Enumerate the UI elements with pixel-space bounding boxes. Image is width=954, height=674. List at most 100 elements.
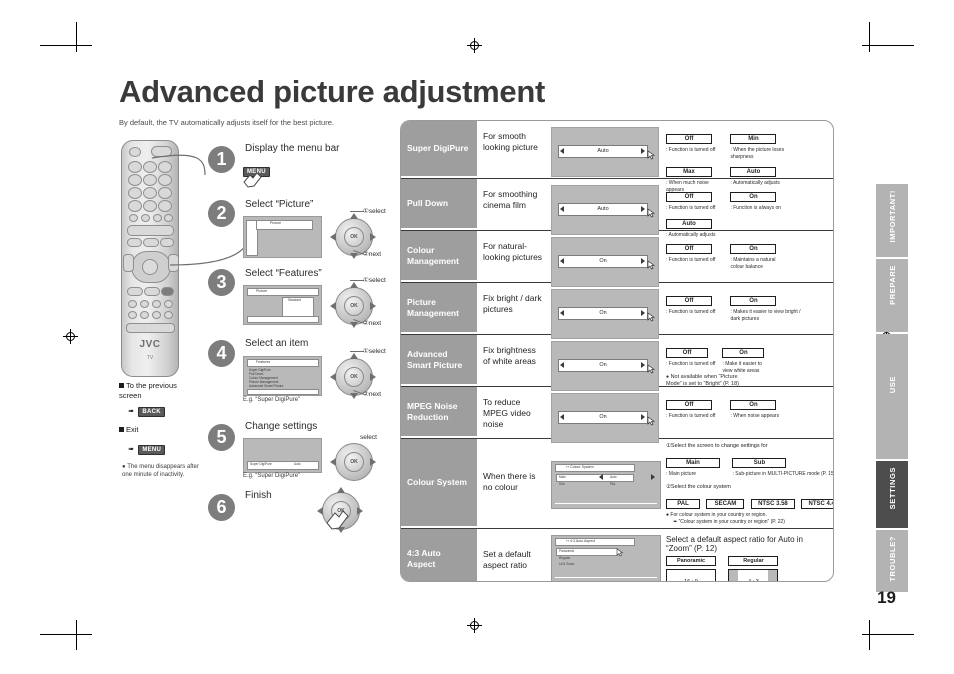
option-cell[interactable]: On: Makes it easier to view bright / dar… — [730, 289, 808, 322]
table-row: Colour Management For natural-looking pi… — [401, 231, 833, 287]
table-mock: On — [547, 387, 663, 443]
ratio-label: Regular — [728, 556, 779, 566]
option-desc: : When the picture loses sharpness — [730, 147, 785, 160]
slider-mock[interactable]: On — [551, 237, 659, 287]
table-category: MPEG Noise Reduction — [401, 387, 477, 438]
table-mock: On — [547, 231, 663, 287]
slider-mock[interactable]: Auto — [551, 127, 659, 177]
option-label: Off — [666, 400, 712, 410]
slider-mock[interactable]: On — [551, 289, 659, 339]
sidebar-tab-important[interactable]: IMPORTANT! — [876, 184, 908, 257]
slider-mock[interactable]: On — [551, 341, 659, 391]
colour-system-option-ntsc443[interactable]: NTSC 4.43 — [801, 498, 833, 509]
option-cell[interactable]: Off: Function is turned off — [666, 341, 716, 368]
crop-mark-tr-v — [869, 22, 870, 52]
option-label: Auto — [730, 167, 777, 177]
page-title: Advanced picture adjustment — [119, 74, 545, 109]
back-key-label: BACK — [138, 407, 165, 417]
table-options: Off: Function is turned off On : Make it … — [663, 335, 833, 387]
crop-mark-tl-v — [76, 22, 77, 52]
crop-mark-tr-h — [862, 45, 914, 46]
table-options: ①Select the screen to change settings fo… — [663, 439, 833, 528]
step-number-2: 2 — [208, 200, 235, 227]
option-cell[interactable]: On: Function is always on — [730, 185, 788, 212]
option-cell[interactable]: Off : Function is turned off — [666, 393, 724, 420]
sidebar-tab-prepare[interactable]: PREPARE — [876, 259, 908, 332]
option-cell[interactable]: On: When noise appears — [730, 393, 788, 420]
cursor-icon — [647, 364, 655, 374]
option-cell[interactable]: On : Make it easier to view white areas — [722, 341, 772, 374]
inactivity-note-text: The menu disappears after one minute of … — [122, 464, 199, 478]
option-cell[interactable]: Off: Function is turned off — [666, 289, 724, 316]
table-category: Super DigiPure — [401, 121, 477, 178]
hand-pointer-icon — [243, 172, 262, 188]
exit-menu-key-badge[interactable]: ➠ MENU — [128, 438, 166, 456]
option-cell[interactable]: Off: Function is turned off — [666, 237, 724, 264]
colour-system-option-pal[interactable]: PAL — [666, 498, 700, 509]
slider-mock[interactable]: Auto — [551, 185, 659, 235]
aspect-heading: Select a default aspect ratio for Auto i… — [666, 535, 803, 553]
step5-example: E.g. “Super DigiPure” — [243, 473, 301, 479]
step-label-2: Select “Picture” — [245, 199, 314, 210]
ratio-option-panoramic[interactable]: Panoramic 16 : 9 — [666, 556, 716, 581]
option-availability-note: ● Not available when “Picture Mode” is s… — [666, 374, 739, 387]
aspect-mock-title: ↦ 4:3 Auto Aspect — [566, 539, 595, 543]
cs-mock-val-sub: PAL — [610, 482, 616, 486]
colour-system-mock-title: ↦ Colour System — [566, 465, 594, 469]
sidebar-tab-use[interactable]: USE — [876, 334, 908, 459]
aspect-mock-row-0: Panoramic — [559, 549, 575, 553]
menu-mock-change-settings: Super DigiPure Auto — [243, 438, 322, 473]
sidebar-tab-settings[interactable]: SETTINGS — [876, 461, 908, 528]
option-label: On — [730, 296, 777, 306]
arrow-right-icon — [641, 414, 645, 420]
option-desc: : Function is turned off — [666, 413, 716, 419]
option-cell[interactable]: Off: Function is turned off — [666, 185, 724, 212]
option-cell[interactable]: Main: Main picture — [666, 451, 726, 478]
colour-system-step1-label: ①Select the screen to change settings fo… — [666, 443, 768, 449]
back-key-badge[interactable]: ➠ BACK — [128, 400, 165, 418]
aspect-mock-row-1: Regular — [559, 556, 571, 560]
table-row: Picture Management Fix bright / dark pic… — [401, 283, 833, 339]
crop-mark-br-h — [862, 634, 914, 635]
arrow-right-icon — [641, 258, 645, 264]
step-number-1: 1 — [208, 146, 235, 173]
arrow-left-icon — [560, 362, 564, 368]
option-cell[interactable]: On: Maintains a natural colour balance — [730, 237, 788, 270]
ok-wheel-step5[interactable]: OK — [330, 441, 376, 481]
note-exit-label: Exit — [126, 425, 139, 434]
step4-callout-next: ②next — [363, 391, 382, 398]
colour-system-option-ntsc358[interactable]: NTSC 3.58 — [750, 498, 795, 509]
colour-system-option-secam[interactable]: SECAM — [706, 498, 745, 509]
option-desc: : Make it easier to view white areas — [722, 361, 762, 374]
option-cell[interactable]: Sub: Sub-picture in MULTI-PICTURE mode (… — [732, 451, 833, 478]
mock-row-4: Advanced Smart Picture — [249, 384, 284, 388]
slider-value: On — [558, 359, 648, 372]
table-options: Off : Function is turned off On: When noi… — [663, 387, 833, 438]
table-description: For smooth looking picture — [483, 131, 538, 152]
slider-mock[interactable]: On — [551, 393, 659, 443]
ratio-option-regular[interactable]: Regular 4 : 3 — [728, 556, 779, 581]
table-category: Picture Management — [401, 283, 477, 334]
note-previous-screen: To the previous screen — [119, 381, 199, 401]
option-label: On — [730, 192, 777, 202]
note-exit: Exit — [119, 425, 139, 434]
sidebar-tab-label: IMPORTANT! — [887, 190, 897, 243]
arrow-left-icon — [560, 414, 564, 420]
table-category: 4:3 Auto Aspect — [401, 529, 477, 581]
table-row: Advanced Smart Picture Fix brightness of… — [401, 335, 833, 391]
cs-mock-row-sub: Sub — [559, 482, 565, 486]
table-description: For natural-looking pictures — [483, 241, 543, 262]
colour-system-mock: ↦ Colour System Main Auto Sub PAL — [551, 461, 661, 509]
sidebar-tab-trouble[interactable]: TROUBLE? — [876, 530, 908, 592]
option-cell[interactable]: Off: Function is turned off — [666, 127, 724, 154]
option-label: On — [722, 348, 765, 358]
step-label-6: Finish — [245, 490, 272, 501]
option-availability-note-text: Not available when “Picture Mode” is set… — [666, 374, 739, 387]
table-category: Pull Down — [401, 179, 477, 230]
table-description: Fix bright / dark pictures — [483, 293, 542, 314]
colour-system-note-2: ➠ “Colour system in your country or regi… — [673, 518, 785, 525]
option-cell[interactable]: Min: When the picture loses sharpness — [730, 127, 788, 160]
arrow-left-icon — [560, 310, 564, 316]
settings-table: Super DigiPure For smooth looking pictur… — [400, 120, 834, 582]
slider-value: On — [558, 411, 648, 424]
